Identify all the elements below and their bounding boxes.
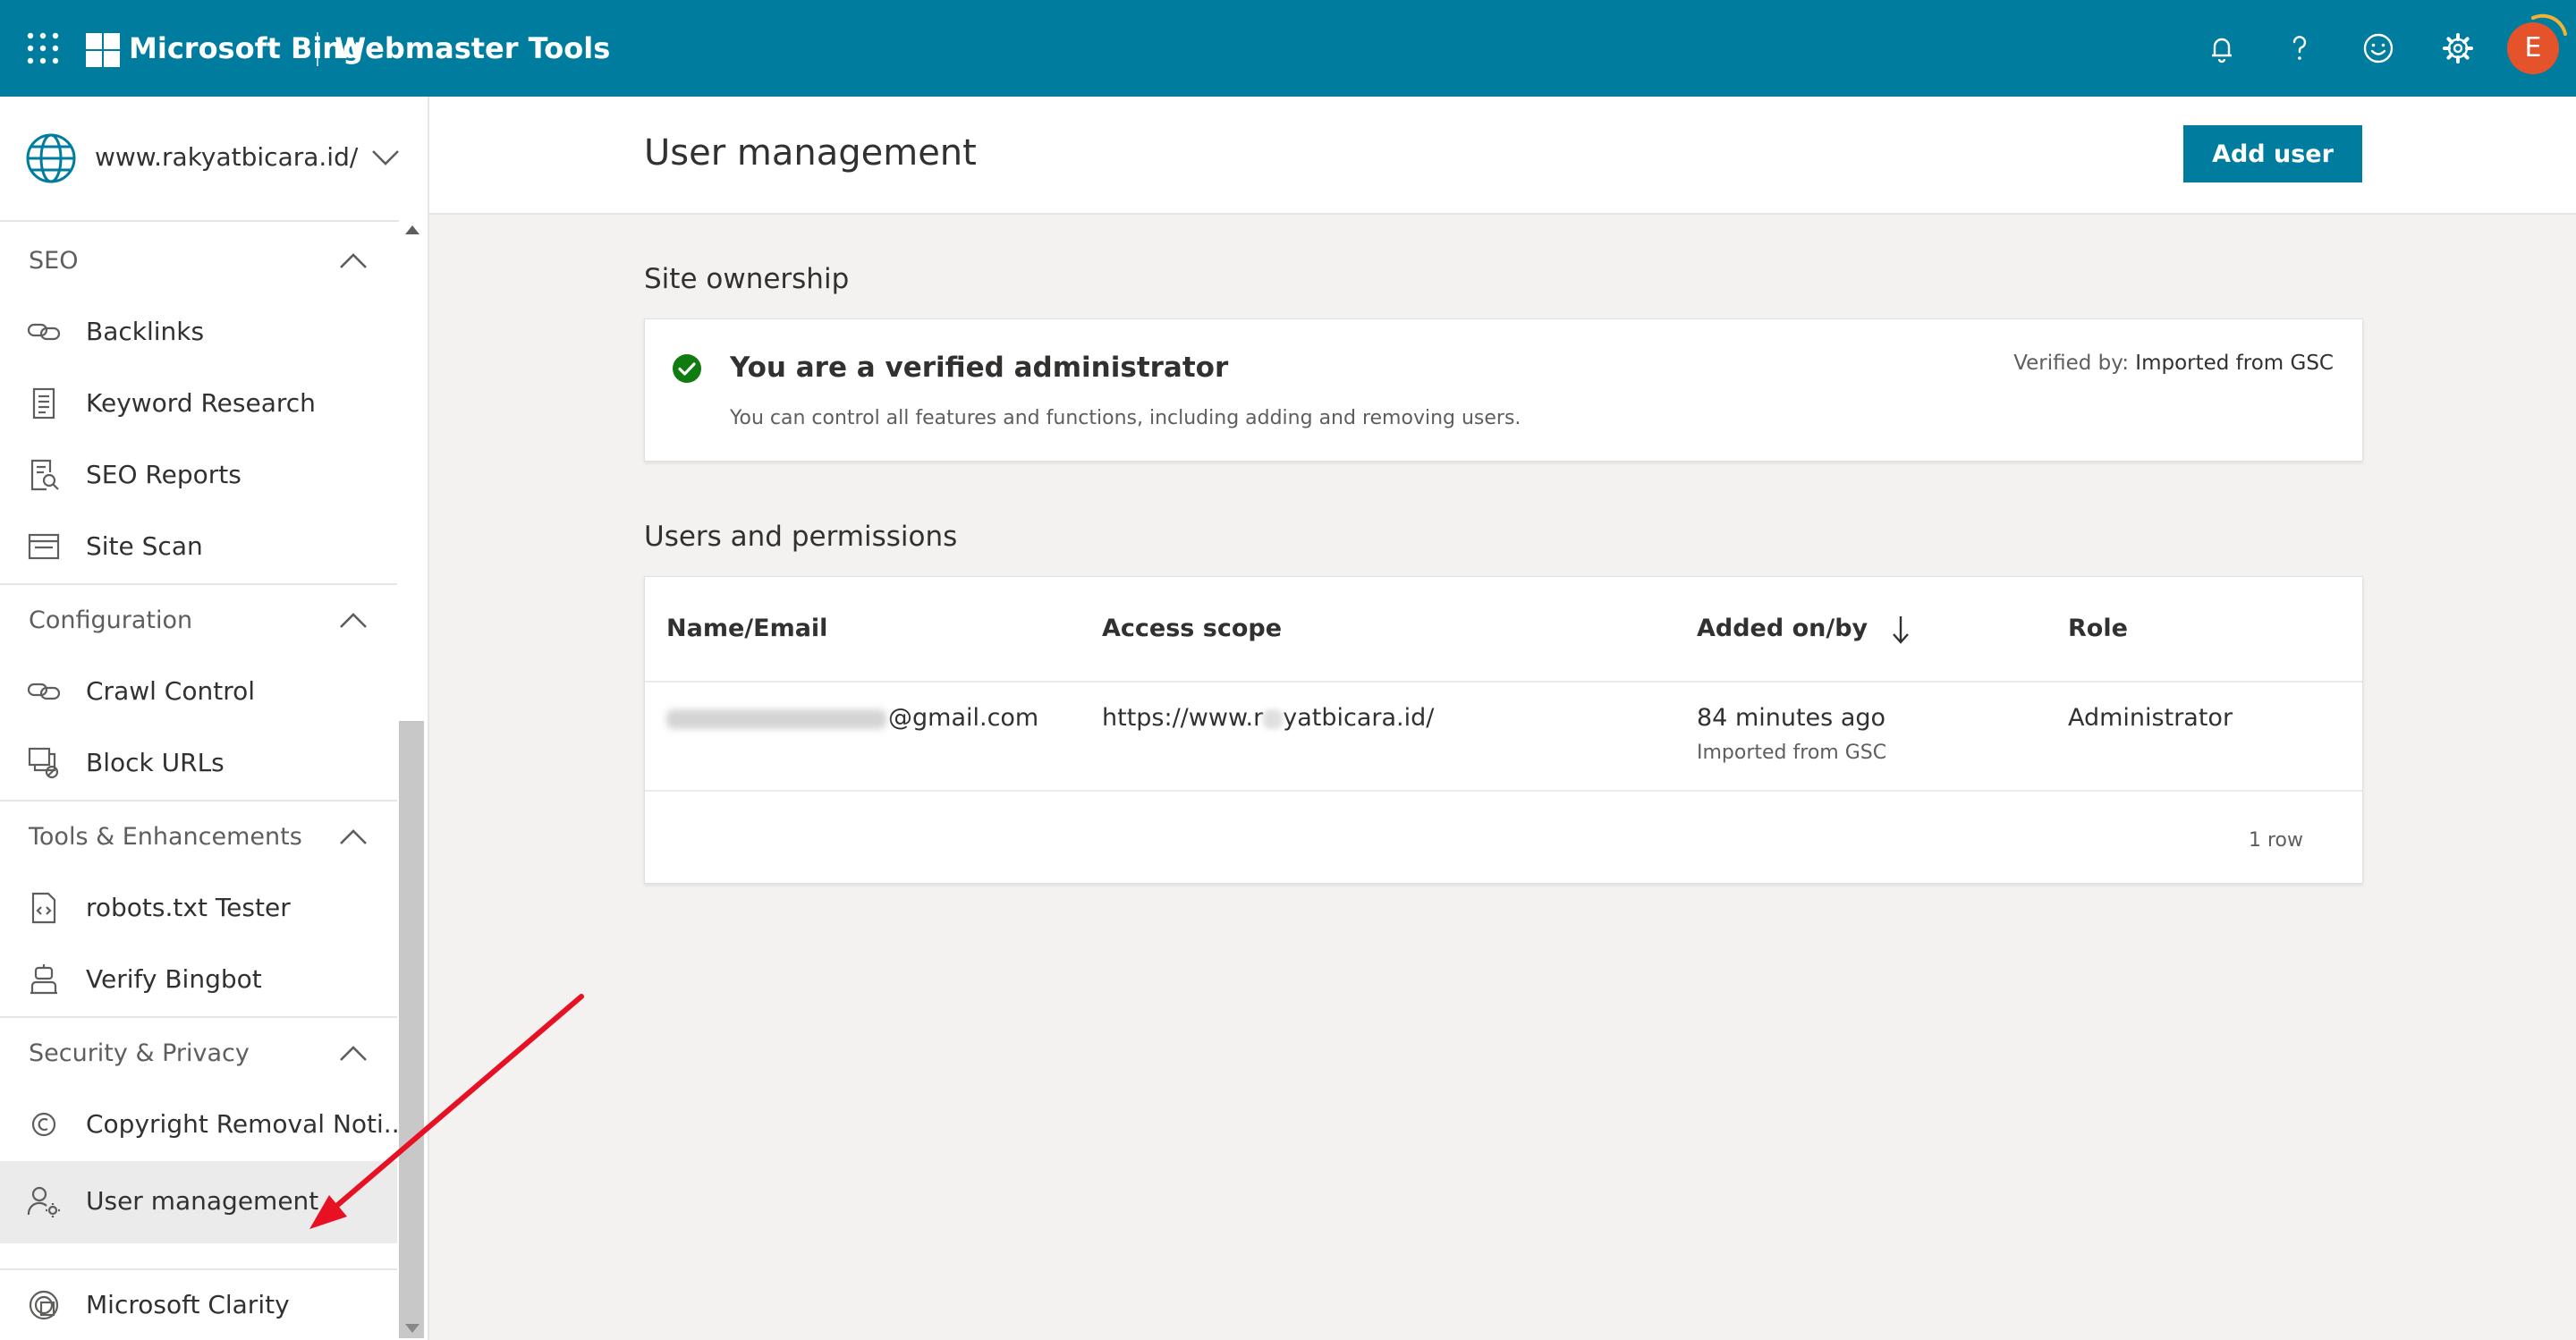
brand-name[interactable]: Microsoft Bing: [129, 27, 363, 70]
block-pages-icon: [28, 747, 59, 779]
sidebar-item-label: Verify Bingbot: [86, 964, 262, 994]
user-email: @gmail.com: [666, 702, 1038, 734]
avatar-status-ring-icon: [2531, 13, 2567, 36]
sidebar-item-robots-tester[interactable]: robots.txt Tester: [0, 873, 397, 945]
brand-divider: [317, 32, 318, 66]
sidebar-item-label: robots.txt Tester: [86, 893, 291, 922]
copyright-icon: [31, 1112, 56, 1137]
waffle-icon[interactable]: [25, 30, 61, 66]
scroll-down-arrow-icon[interactable]: [405, 1324, 419, 1333]
column-header-access-scope[interactable]: Access scope: [1102, 613, 1282, 645]
chevron-down-icon[interactable]: [370, 147, 401, 168]
sidebar-item-backlinks[interactable]: Backlinks: [0, 297, 397, 369]
page-title: User management: [644, 132, 977, 174]
added-by: Imported from GSC: [1697, 742, 1887, 764]
added-on: 84 minutes ago: [1697, 704, 1886, 732]
document-list-icon: [32, 387, 55, 420]
add-user-button[interactable]: Add user: [2183, 125, 2362, 182]
robot-icon: [30, 964, 57, 995]
notification-bell-icon[interactable]: [2204, 30, 2240, 66]
chevron-up-icon[interactable]: [338, 250, 369, 272]
users-table: Name/Email Access scope Added on/by Role…: [644, 576, 2363, 884]
microsoft-logo-icon: [86, 33, 120, 67]
verified-by-value: Imported from GSC: [2135, 352, 2334, 375]
sidebar-item-keyword-research[interactable]: Keyword Research: [0, 369, 397, 440]
sidebar-item-microsoft-clarity[interactable]: Microsoft Clarity: [0, 1268, 397, 1340]
settings-gear-icon[interactable]: [2440, 30, 2476, 66]
scroll-up-arrow-icon[interactable]: [405, 225, 419, 234]
user-email-suffix: @gmail.com: [888, 704, 1039, 732]
site-selector[interactable]: www.rakyatbicara.id/: [0, 97, 428, 222]
sidebar-item-site-scan[interactable]: Site Scan: [0, 512, 397, 583]
section-seo[interactable]: SEO: [0, 225, 397, 297]
top-bar: Microsoft Bing Webmaster Tools E: [0, 0, 2576, 97]
site-ownership-title: Site ownership: [644, 263, 850, 295]
feedback-smiley-icon[interactable]: [2360, 30, 2396, 66]
sidebar-item-label: Crawl Control: [86, 676, 256, 706]
sidebar-item-label: SEO Reports: [86, 460, 242, 489]
column-header-added-on[interactable]: Added on/by: [1697, 613, 1911, 645]
report-search-icon: [30, 459, 59, 491]
header-divider: [645, 681, 2362, 683]
sidebar-item-seo-reports[interactable]: SEO Reports: [0, 440, 397, 512]
sidebar-item-block-urls[interactable]: Block URLs: [0, 728, 397, 800]
sidebar-item-label: Backlinks: [86, 317, 205, 346]
page-header: User management Add user: [429, 97, 2576, 215]
browser-window-icon: [28, 533, 60, 560]
link-icon: [27, 683, 61, 700]
column-header-role[interactable]: Role: [2068, 613, 2128, 645]
globe-icon: [26, 133, 76, 183]
code-file-icon: [31, 892, 56, 924]
row-divider: [645, 790, 2362, 792]
link-icon: [27, 323, 61, 341]
verified-admin-heading: You are a verified administrator: [730, 352, 1229, 384]
section-tools-enhancements[interactable]: Tools & Enhancements: [0, 800, 397, 873]
check-circle-icon: [673, 354, 701, 383]
verified-by: Verified by: Imported from GSC: [2013, 350, 2334, 377]
section-label: Security & Privacy: [29, 1039, 250, 1067]
help-icon[interactable]: [2282, 30, 2318, 66]
chevron-up-icon[interactable]: [338, 610, 369, 632]
redacted-blur: [666, 708, 886, 729]
access-scope-suffix: yatbicara.id/: [1283, 704, 1435, 732]
sidebar-item-label: Microsoft Clarity: [86, 1290, 290, 1319]
sidebar-item-label: User management: [86, 1186, 319, 1216]
access-scope-url: https://www.r yatbicara.id/: [1102, 702, 1434, 734]
users-permissions-title: Users and permissions: [644, 521, 958, 553]
access-scope-prefix: https://www.r: [1102, 704, 1264, 732]
column-header-name-email[interactable]: Name/Email: [666, 613, 827, 645]
clarity-icon: [29, 1290, 59, 1320]
user-role: Administrator: [2068, 704, 2233, 732]
user-settings-icon: [27, 1186, 60, 1217]
sort-descending-arrow-icon[interactable]: [1891, 615, 1911, 645]
section-label: Tools & Enhancements: [29, 823, 302, 851]
row-count: 1 row: [2249, 829, 2304, 852]
section-label: SEO: [29, 247, 79, 275]
product-name[interactable]: Webmaster Tools: [335, 27, 610, 70]
sidebar-item-label: Block URLs: [86, 748, 225, 777]
redacted-blur: [1263, 708, 1284, 729]
ownership-card: You are a verified administrator You can…: [644, 318, 2363, 462]
sidebar-item-crawl-control[interactable]: Crawl Control: [0, 657, 397, 728]
verified-admin-description: You can control all features and functio…: [730, 407, 1521, 429]
annotation-arrow-icon: [309, 994, 584, 1229]
verified-by-label: Verified by:: [2013, 352, 2129, 375]
sidebar-item-label: Site Scan: [86, 531, 203, 561]
section-configuration[interactable]: Configuration: [0, 583, 397, 657]
sidebar-item-label: Keyword Research: [86, 388, 316, 418]
site-name: www.rakyatbicara.id/: [95, 142, 359, 172]
column-header-label: Added on/by: [1697, 615, 1868, 642]
section-label: Configuration: [29, 606, 193, 634]
chevron-up-icon[interactable]: [338, 827, 369, 848]
